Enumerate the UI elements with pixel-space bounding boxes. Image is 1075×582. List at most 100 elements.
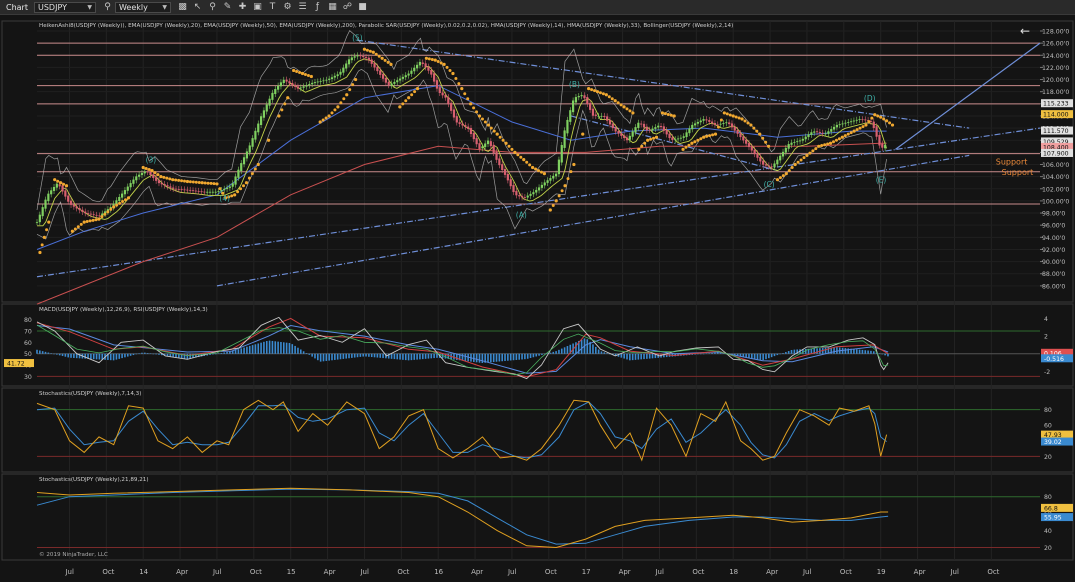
parabolic-sar-dot (194, 180, 198, 184)
candle-body (123, 190, 127, 195)
macd-histogram-bar (416, 353, 418, 360)
candle-body (285, 79, 288, 82)
chart-panel-1[interactable] (1, 20, 1074, 303)
parabolic-sar-dot (197, 180, 201, 184)
price-axis-label: 104.00'0 (1042, 174, 1069, 181)
candle-body (268, 98, 271, 106)
indicators-icon[interactable]: ƒ (311, 2, 324, 13)
zoom-icon[interactable]: ⚲ (206, 2, 219, 13)
parabolic-sar-dot (696, 138, 700, 142)
parabolic-sar-dot (475, 110, 479, 114)
parabolic-sar-dot (377, 54, 381, 58)
parabolic-sar-dot (885, 119, 889, 123)
candle-body (38, 214, 41, 223)
chart-svg[interactable]: Jul Oct 14 Apr Jul Oct 15 Apr Jul Oct 16 Apr Jul Oct 1… (0, 15, 1075, 578)
window-title: Chart (6, 2, 28, 12)
properties-icon[interactable]: ☰ (296, 2, 309, 13)
pencil-icon[interactable]: ✎ (221, 2, 234, 13)
search-icon[interactable]: ⚲ (101, 2, 114, 13)
parabolic-sar-dot (64, 184, 69, 188)
parabolic-sar-dot (442, 62, 446, 66)
macd-histogram-bar (155, 353, 157, 355)
parabolic-sar-dot (775, 178, 780, 182)
parabolic-sar-dot (448, 68, 452, 72)
candle-body (813, 131, 816, 133)
bar-type-icon[interactable]: ▩ (176, 2, 189, 13)
candle-body (370, 59, 373, 64)
candle-body (132, 179, 135, 184)
macd-histogram-bar (308, 353, 311, 355)
candle-body (611, 123, 614, 129)
parabolic-sar-dot (230, 194, 234, 198)
candle-body (580, 95, 583, 97)
attach-icon[interactable]: ☍ (341, 2, 354, 13)
trendline[interactable] (216, 154, 970, 287)
rsi-axis-label: 30 (24, 374, 32, 381)
candle-body (855, 119, 858, 121)
candle-body (450, 102, 453, 111)
price-axis-label: 90.00'0 (1042, 259, 1065, 266)
parabolic-sar-dot (660, 111, 665, 115)
back-arrow-icon[interactable]: ← (1020, 24, 1030, 38)
candle-body (574, 97, 578, 103)
candle-body (577, 96, 580, 98)
parabolic-sar-dot (404, 99, 408, 103)
macd-histogram-bar (881, 353, 884, 355)
text-tool-icon[interactable]: T (266, 2, 279, 13)
candle-body (149, 171, 152, 176)
interval-selector[interactable]: Weekly ▼ (114, 1, 171, 13)
parabolic-sar-dot (413, 90, 417, 94)
price-axis-label: 92.00'0 (1042, 247, 1065, 254)
pointer-icon[interactable]: ↖ (191, 2, 204, 13)
macd-histogram-bar (263, 341, 265, 354)
parabolic-sar-dot (873, 113, 877, 117)
parabolic-sar-dot (483, 120, 487, 124)
macd-histogram-bar (824, 347, 827, 354)
crosshair-icon[interactable]: ✚ (236, 2, 249, 13)
parabolic-sar-dot (242, 184, 245, 188)
macd-histogram-bar (490, 353, 492, 363)
parabolic-sar-dot (784, 172, 788, 176)
macd-histogram-bar (867, 350, 869, 354)
macd-histogram-bar (217, 353, 220, 354)
macd-histogram-bar (603, 352, 606, 354)
strategy-icon[interactable]: ⚙ (281, 2, 294, 13)
parabolic-sar-dot (882, 117, 886, 121)
candle-body (600, 115, 603, 117)
chart-panel-3[interactable] (1, 387, 1074, 473)
parabolic-sar-dot (206, 181, 210, 185)
candle-body (174, 188, 178, 190)
instrument-selector[interactable]: USDJPY ▼ (33, 1, 96, 13)
parabolic-sar-dot (59, 181, 63, 185)
candle-body (560, 145, 563, 163)
candle-body (396, 80, 399, 83)
parabolic-sar-dot (460, 87, 464, 91)
macd-histogram-bar (765, 353, 767, 360)
templates-icon[interactable]: ▦ (326, 2, 339, 13)
macd-histogram-bar (319, 353, 322, 362)
candle-body (169, 186, 172, 188)
macd-histogram-bar (884, 353, 886, 356)
lock-icon[interactable]: ▣ (251, 2, 264, 13)
parabolic-sar-dot (557, 194, 561, 198)
chart-area[interactable]: Jul Oct 14 Apr Jul Oct 15 Apr Jul Oct 16 Apr Jul Oct 1… (0, 15, 1075, 578)
parabolic-sar-dot (888, 121, 892, 125)
macd-histogram-bar (243, 347, 245, 354)
stoch-d-line (36, 488, 889, 545)
chevron-down-icon: ▼ (162, 3, 167, 11)
parabolic-sar-dot (362, 47, 367, 51)
macd-histogram-bar (770, 353, 773, 358)
macd-histogram-bar (118, 353, 121, 359)
candle-body (296, 86, 300, 89)
stoch-panel-indicator-label: Stochastics(USDJPY (Weekly),7,14,3) (39, 391, 141, 397)
candle-body (495, 151, 498, 160)
candle-body (682, 136, 685, 138)
candle-body (435, 80, 439, 89)
x-tick-label: Apr (766, 568, 778, 576)
candle-body (552, 175, 555, 179)
candle-body (461, 123, 464, 126)
candle-body (790, 142, 793, 145)
price-axis-label: 124.00'0 (1042, 53, 1069, 60)
draw-objects-icon[interactable]: ■ (356, 2, 369, 13)
rsi-line (36, 316, 889, 380)
